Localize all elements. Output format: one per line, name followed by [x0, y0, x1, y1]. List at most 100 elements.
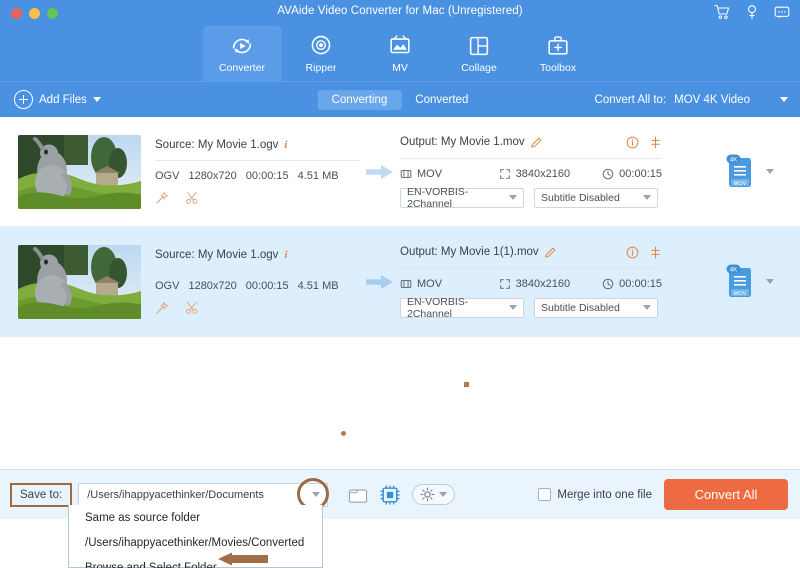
nav-tab-mv[interactable]: MV	[361, 26, 440, 81]
video-thumbnail[interactable]	[18, 134, 141, 209]
magic-wand-icon[interactable]	[155, 191, 169, 205]
edit-pencil-icon[interactable]	[530, 136, 543, 149]
chevron-down-icon	[780, 97, 788, 102]
badge-top-text: 4K	[730, 266, 738, 273]
add-files-button[interactable]: Add Files	[14, 90, 101, 109]
source-format: OGV	[155, 169, 180, 182]
source-filename: Source: My Movie 1.ogv	[155, 248, 279, 261]
trim-marker-icon[interactable]	[649, 136, 662, 149]
source-info: Source: My Movie 1.ogv i OGV 1280x720 00…	[155, 139, 360, 205]
cart-icon[interactable]	[714, 4, 730, 20]
format-badge[interactable]: 4K MOV	[724, 263, 756, 301]
output-filename: Output: My Movie 1.mov	[400, 136, 525, 148]
feedback-icon[interactable]	[774, 4, 790, 20]
output-meta: MOV 3840x2160 00:00:15	[400, 168, 662, 180]
source-format: OGV	[155, 279, 180, 292]
annotation-arrow	[218, 552, 268, 566]
save-to-label: Save to:	[10, 482, 73, 507]
tab-converting[interactable]: Converting	[317, 89, 402, 110]
source-title-row: Source: My Movie 1.ogv i	[155, 249, 360, 261]
collage-icon	[469, 36, 489, 56]
nav-tab-toolbox[interactable]: Toolbox	[519, 26, 598, 81]
4k-mov-badge-icon: 4K MOV	[726, 264, 751, 297]
output-info-icon[interactable]	[626, 246, 639, 259]
dropdown-item-same-as-source[interactable]: Same as source folder	[69, 505, 322, 530]
key-icon[interactable]	[744, 4, 760, 20]
source-info-icon[interactable]: i	[284, 249, 287, 261]
nav-tab-label: Converter	[218, 62, 266, 74]
output-info: Output: My Movie 1.mov MOV 3840x2160 00:…	[400, 136, 662, 210]
table-row[interactable]: Source: My Movie 1.ogv i OGV 1280x720 00…	[0, 227, 800, 337]
nav-tab-collage[interactable]: Collage	[440, 26, 519, 81]
hardware-acceleration-icon[interactable]	[380, 484, 400, 505]
chevron-down-icon[interactable]	[766, 279, 774, 284]
mv-icon	[390, 35, 410, 54]
open-folder-icon[interactable]	[348, 486, 368, 504]
subtitle-track-select[interactable]: Subtitle Disabled	[534, 297, 658, 318]
dropdown-item-browse-and-select[interactable]: Browse and Select Folder	[69, 555, 322, 568]
output-info-icon[interactable]	[626, 136, 639, 149]
output-title-row: Output: My Movie 1.mov	[400, 136, 662, 149]
settings-button[interactable]	[412, 484, 456, 505]
convert-arrow	[360, 274, 400, 290]
bottom-right-group: Merge into one file Convert All	[538, 479, 788, 510]
source-meta: OGV 1280x720 00:00:15 4.51 MB	[155, 170, 360, 182]
gear-icon	[420, 487, 435, 502]
dropdown-item-movies-converted[interactable]: /Users/ihappyacethinker/Movies/Converted	[69, 530, 322, 555]
add-files-label: Add Files	[39, 93, 87, 106]
output-actions	[626, 246, 662, 259]
output-filename: Output: My Movie 1(1).mov	[400, 246, 539, 258]
divider	[400, 267, 662, 269]
source-resolution: 1280x720	[188, 169, 237, 182]
nav-tab-converter[interactable]: Converter	[202, 26, 282, 81]
chevron-down-icon[interactable]	[766, 169, 774, 174]
4k-mov-badge-icon: 4K MOV	[726, 154, 751, 187]
magic-wand-icon[interactable]	[155, 301, 169, 315]
source-info-icon[interactable]: i	[284, 139, 287, 151]
output-resolution-group: 3840x2160	[499, 168, 603, 180]
audio-track-value: EN-VORBIS-2Channel	[407, 185, 469, 210]
trim-marker-icon[interactable]	[649, 246, 662, 259]
video-thumbnail[interactable]	[18, 244, 141, 319]
save-to-path-value: /Users/ihappyacethinker/Documents	[87, 488, 264, 501]
subtitle-track-value: Subtitle Disabled	[541, 191, 620, 204]
output-duration: 00:00:15	[619, 167, 662, 180]
chevron-down-icon[interactable]	[92, 97, 101, 102]
output-duration-group: 00:00:15	[602, 168, 662, 180]
edit-pencil-icon[interactable]	[544, 246, 557, 259]
status-tabs: Converting Converted	[317, 89, 483, 110]
track-selects: EN-VORBIS-2Channel Subtitle Disabled	[400, 185, 662, 210]
format-badge[interactable]: 4K MOV	[724, 153, 756, 191]
output-format: MOV	[417, 167, 443, 180]
nav-tab-label: MV	[392, 62, 408, 74]
output-title-row: Output: My Movie 1(1).mov	[400, 246, 662, 259]
subtitle-track-select[interactable]: Subtitle Disabled	[534, 187, 658, 208]
action-toolbar: Add Files Converting Converted Convert A…	[0, 81, 800, 117]
convert-all-to-group: Convert All to: MOV 4K Video	[595, 94, 788, 106]
plus-icon	[14, 90, 33, 109]
scissors-icon[interactable]	[185, 301, 199, 315]
audio-track-select[interactable]: EN-VORBIS-2Channel	[400, 185, 524, 210]
merge-into-one-file-checkbox[interactable]: Merge into one file	[538, 488, 652, 501]
subtitle-track-value: Subtitle Disabled	[541, 301, 620, 314]
convert-all-button[interactable]: Convert All	[664, 479, 788, 510]
file-list: Source: My Movie 1.ogv i OGV 1280x720 00…	[0, 117, 800, 469]
save-to-input[interactable]: /Users/ihappyacethinker/Documents	[78, 482, 329, 507]
output-info: Output: My Movie 1(1).mov MOV 3840x2160 …	[400, 246, 662, 320]
clock-icon	[602, 278, 614, 289]
audio-track-select[interactable]: EN-VORBIS-2Channel	[400, 296, 524, 320]
badge-top-text: 4K	[730, 156, 738, 163]
converter-icon	[232, 38, 252, 54]
convert-arrow	[360, 164, 400, 180]
chevron-down-icon	[643, 305, 651, 310]
tab-converted[interactable]: Converted	[401, 90, 482, 110]
source-title-row: Source: My Movie 1.ogv i	[155, 139, 360, 151]
table-row[interactable]: Source: My Movie 1.ogv i OGV 1280x720 00…	[0, 117, 800, 227]
source-meta: OGV 1280x720 00:00:15 4.51 MB	[155, 280, 360, 292]
convert-all-to-select[interactable]: MOV 4K Video	[674, 94, 788, 106]
chevron-down-icon[interactable]	[312, 492, 321, 497]
scissors-icon[interactable]	[185, 191, 199, 205]
source-size: 4.51 MB	[297, 169, 339, 182]
merge-label: Merge into one file	[557, 488, 652, 501]
nav-tab-ripper[interactable]: Ripper	[282, 26, 361, 81]
